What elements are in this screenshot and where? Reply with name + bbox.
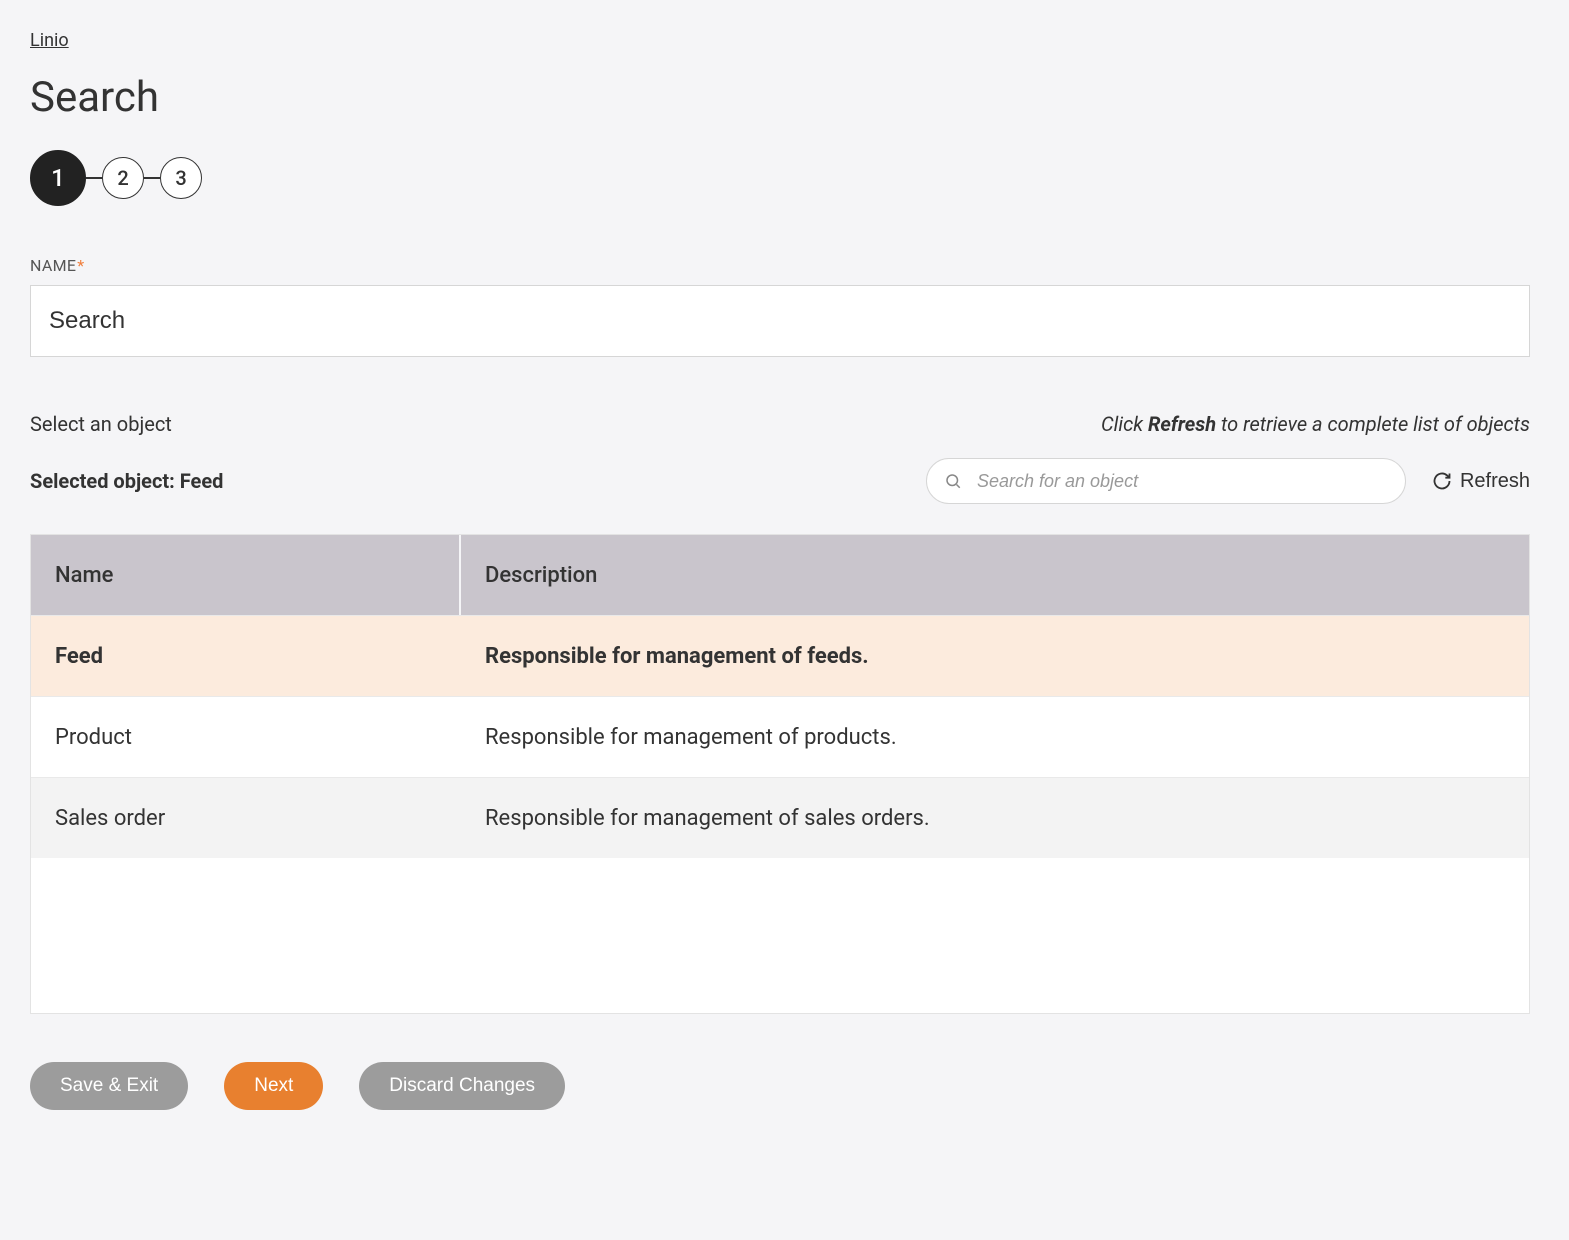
save-exit-button[interactable]: Save & Exit	[30, 1062, 188, 1110]
step-3[interactable]: 3	[160, 157, 202, 199]
selected-value: Feed	[180, 469, 224, 493]
object-table: Name Description FeedResponsible for man…	[30, 534, 1530, 1014]
table-header-description: Description	[461, 563, 1529, 588]
name-label-text: NAME	[30, 256, 76, 275]
object-search-input[interactable]	[926, 458, 1406, 504]
required-asterisk: *	[77, 256, 84, 275]
refresh-icon	[1432, 471, 1452, 491]
step-connector	[86, 177, 102, 179]
breadcrumb-linio[interactable]: Linio	[30, 30, 69, 51]
table-row[interactable]: FeedResponsible for management of feeds.	[31, 615, 1529, 696]
next-button[interactable]: Next	[224, 1062, 323, 1110]
selected-object-label: Selected object: Feed	[30, 469, 223, 493]
name-field-label: NAME*	[30, 256, 1539, 275]
name-input[interactable]	[30, 285, 1530, 357]
step-1[interactable]: 1	[30, 150, 86, 206]
table-header-row: Name Description	[31, 535, 1529, 615]
object-search-wrap	[926, 458, 1406, 504]
cell-description: Responsible for management of feeds.	[461, 644, 1529, 669]
action-bar: Save & Exit Next Discard Changes	[30, 1062, 1539, 1110]
hint-suffix: to retrieve a complete list of objects	[1216, 412, 1530, 436]
cell-name: Product	[31, 725, 461, 750]
cell-description: Responsible for management of products.	[461, 725, 1529, 750]
step-connector	[144, 177, 160, 179]
hint-bold: Refresh	[1148, 412, 1216, 436]
refresh-label: Refresh	[1460, 470, 1530, 493]
selected-prefix: Selected object:	[30, 469, 180, 493]
search-icon	[944, 472, 962, 490]
page-title: Search	[30, 73, 1539, 122]
cell-name: Feed	[31, 644, 461, 669]
select-object-label: Select an object	[30, 412, 172, 436]
discard-button[interactable]: Discard Changes	[359, 1062, 565, 1110]
cell-name: Sales order	[31, 806, 461, 831]
refresh-hint: Click Refresh to retrieve a complete lis…	[1101, 412, 1530, 436]
refresh-button[interactable]: Refresh	[1432, 470, 1530, 493]
stepper: 123	[30, 150, 1539, 206]
step-2[interactable]: 2	[102, 157, 144, 199]
cell-description: Responsible for management of sales orde…	[461, 806, 1529, 831]
table-row[interactable]: ProductResponsible for management of pro…	[31, 696, 1529, 777]
table-header-name: Name	[31, 535, 461, 615]
hint-prefix: Click	[1101, 412, 1148, 436]
table-row[interactable]: Sales orderResponsible for management of…	[31, 777, 1529, 858]
